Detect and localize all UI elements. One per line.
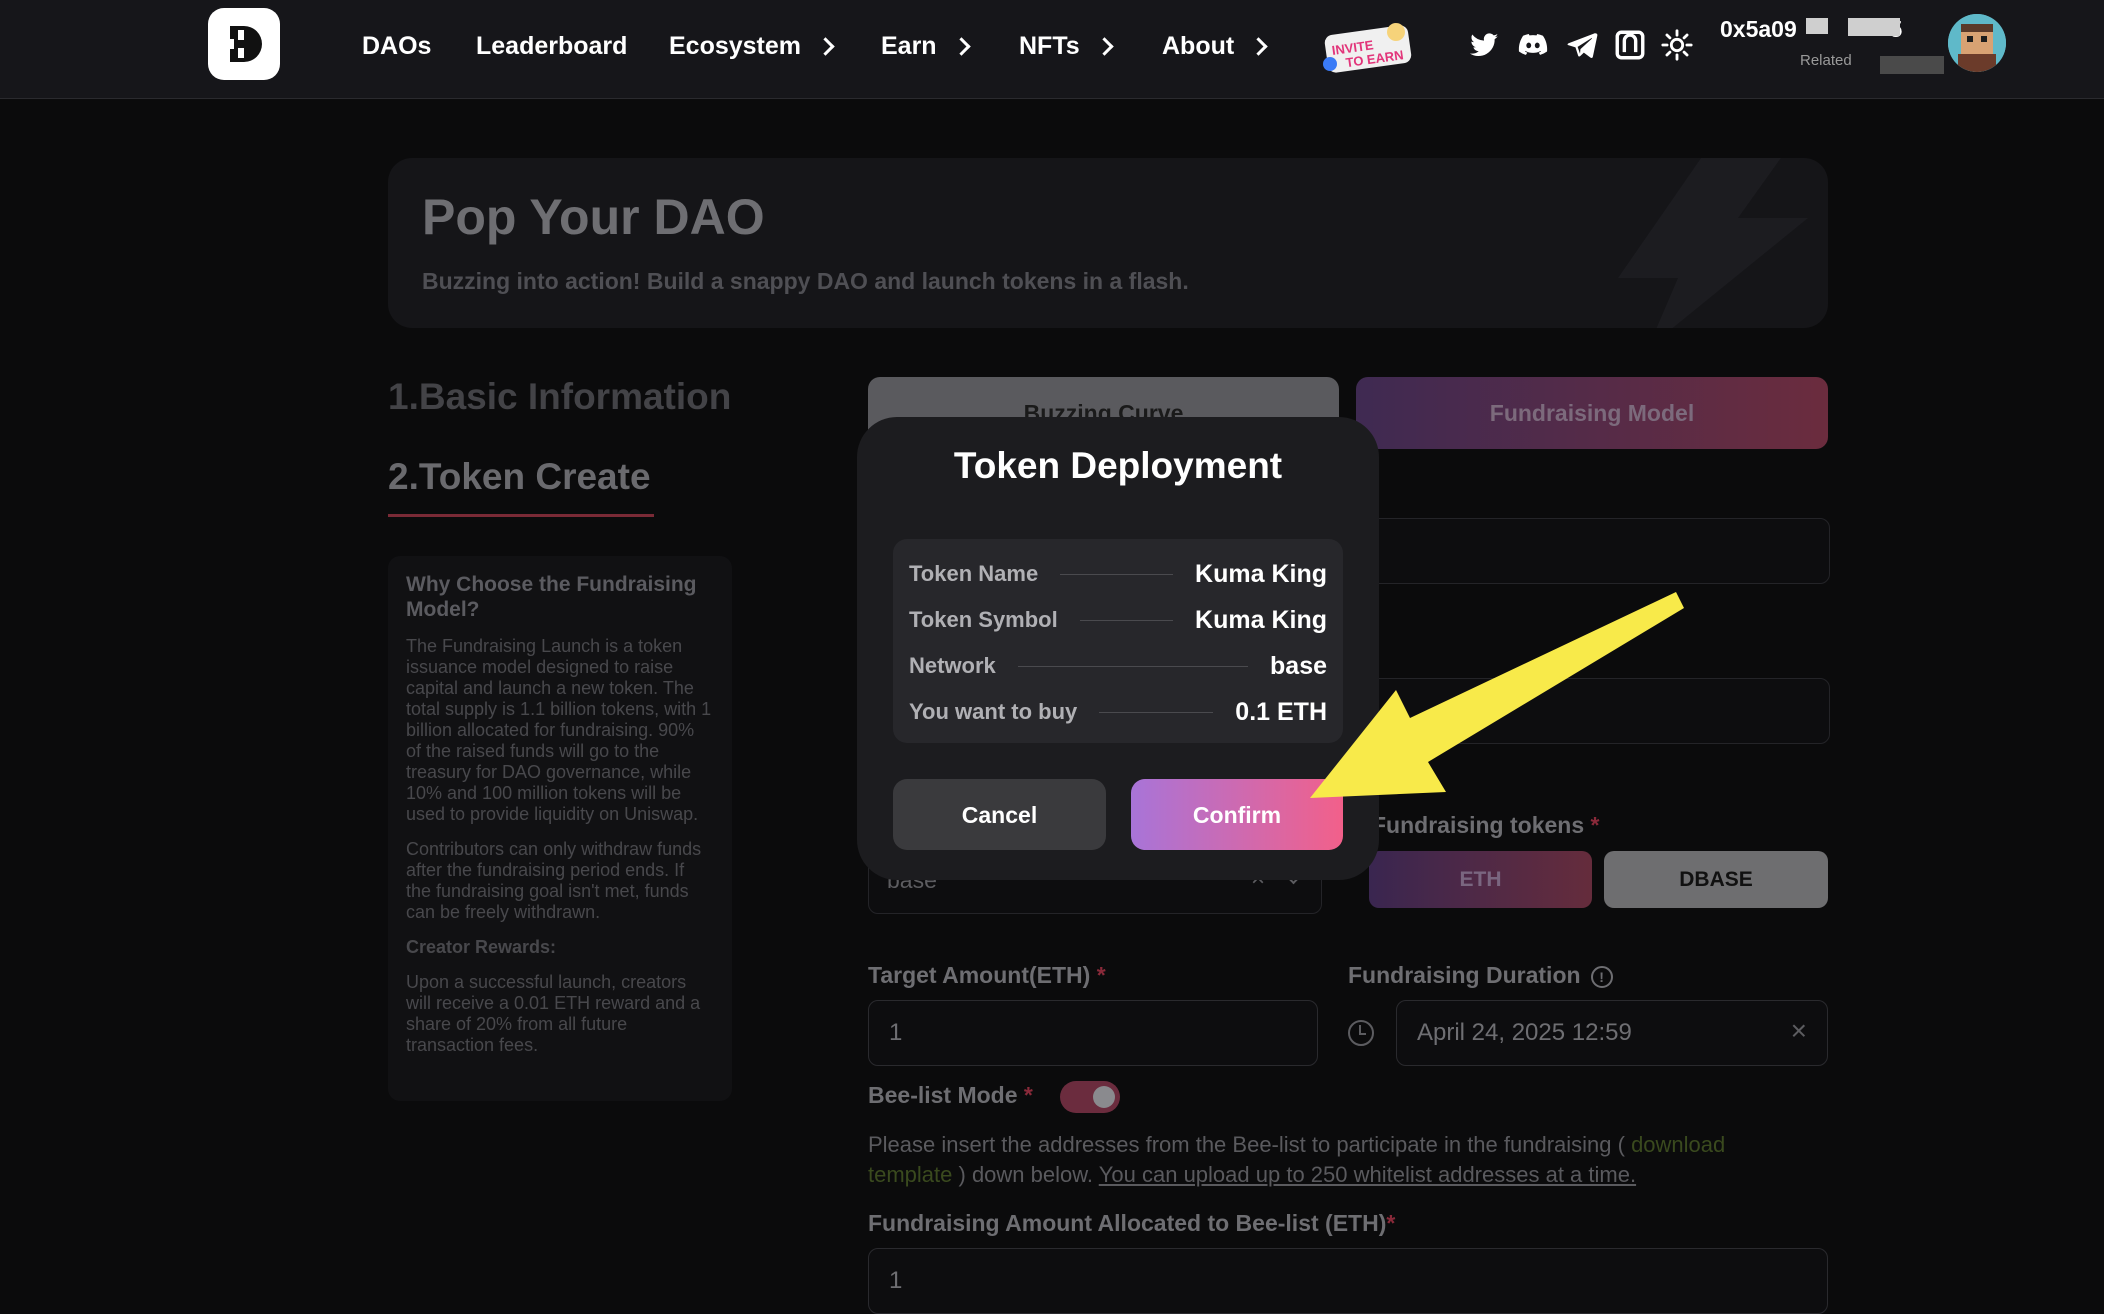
nav-label: Earn bbox=[881, 32, 937, 60]
chevron-right-icon bbox=[1249, 37, 1268, 56]
summary-dash bbox=[1017, 665, 1249, 667]
nav-leaderboard[interactable]: Leaderboard bbox=[476, 32, 627, 61]
summary-row-buy-amount: You want to buy 0.1 ETH bbox=[909, 689, 1327, 735]
label-text: Fundraising Duration bbox=[1348, 962, 1581, 988]
discord-icon[interactable] bbox=[1516, 28, 1550, 62]
hero-banner: Pop Your DAO Buzzing into action! Build … bbox=[388, 158, 1828, 328]
cancel-button[interactable]: Cancel bbox=[893, 779, 1106, 850]
tab-fundraising-model[interactable]: Fundraising Model bbox=[1356, 377, 1828, 449]
chevron-right-icon bbox=[816, 37, 835, 56]
gitbook-icon[interactable] bbox=[1613, 28, 1647, 62]
label-text: Bee-list Mode bbox=[868, 1082, 1018, 1108]
bee-list-mode-toggle[interactable] bbox=[1060, 1081, 1120, 1113]
summary-row-token-name: Token Name Kuma King bbox=[909, 551, 1327, 597]
bee-list-allocation-input[interactable]: 1 bbox=[868, 1248, 1828, 1314]
required-marker: * bbox=[1096, 962, 1106, 988]
input-value: 1 bbox=[889, 1019, 903, 1046]
nav-nfts[interactable]: NFTs bbox=[1019, 32, 1114, 61]
brand-logo[interactable] bbox=[208, 8, 280, 80]
nav-about[interactable]: About bbox=[1162, 32, 1268, 61]
settings-icon[interactable] bbox=[1660, 28, 1694, 62]
nav-daos[interactable]: DAOs bbox=[362, 32, 431, 61]
badge-dot-icon bbox=[1323, 57, 1337, 71]
bee-list-allocation-label: Fundraising Amount Allocated to Bee-list… bbox=[868, 1210, 1395, 1237]
modal-title: Token Deployment bbox=[953, 445, 1283, 486]
summary-key: Token Name bbox=[909, 561, 1039, 586]
page-title: Pop Your DAO bbox=[422, 189, 765, 245]
info-paragraph: Contributors can only withdraw funds aft… bbox=[406, 839, 702, 922]
summary-key: Token Symbol bbox=[909, 607, 1058, 632]
lightning-bolt-icon bbox=[1618, 158, 1808, 328]
label-text: Fundraising Amount Allocated to Bee-list… bbox=[868, 1210, 1387, 1236]
bee-list-instructions: Please insert the addresses from the Bee… bbox=[868, 1130, 1808, 1190]
summary-key: Network bbox=[909, 653, 996, 678]
summary-key: You want to buy bbox=[909, 699, 1078, 724]
nav-label: DAOs bbox=[362, 32, 432, 60]
bee-icon bbox=[1387, 23, 1405, 41]
clear-date-icon[interactable]: × bbox=[1791, 1015, 1807, 1047]
wallet-prefix: 0x5a09 bbox=[1720, 16, 1797, 42]
nav-ecosystem[interactable]: Ecosystem bbox=[669, 32, 835, 61]
fundraising-duration-label: Fundraising Duration! bbox=[1348, 962, 1613, 989]
info-paragraph: Upon a successful launch, creators will … bbox=[406, 972, 701, 1055]
summary-dash bbox=[1079, 619, 1174, 621]
summary-dash bbox=[1060, 573, 1174, 575]
label-text: Target Amount(ETH) bbox=[868, 962, 1091, 988]
required-marker: * bbox=[1386, 1210, 1396, 1236]
active-step-underline bbox=[388, 514, 654, 517]
info-rewards-heading: Creator Rewards: bbox=[406, 937, 557, 957]
info-icon[interactable]: ! bbox=[1590, 965, 1613, 988]
invite-to-earn-badge[interactable]: INVITE TO EARN bbox=[1322, 20, 1414, 74]
step-basic-information[interactable]: 1.Basic Information bbox=[388, 376, 731, 418]
nav-earn[interactable]: Earn bbox=[881, 32, 971, 61]
wallet-subtitle: Related bbox=[1800, 52, 1852, 69]
info-paragraph: The Fundraising Launch is a token issuan… bbox=[406, 636, 712, 824]
nav-label: About bbox=[1162, 32, 1235, 60]
summary-dash bbox=[1099, 711, 1214, 713]
telegram-icon[interactable] bbox=[1565, 28, 1599, 62]
input-value: 1 bbox=[889, 1267, 903, 1294]
summary-row-network: Network base bbox=[909, 643, 1327, 689]
chevron-right-icon bbox=[1094, 37, 1114, 56]
required-marker: * bbox=[1023, 1082, 1033, 1108]
annotation-arrow-icon bbox=[1310, 592, 1684, 798]
input-value: April 24, 2025 12:59 bbox=[1417, 1019, 1632, 1046]
nav-label: Leaderboard bbox=[476, 32, 628, 60]
deployment-summary: Token Name Kuma King Token Symbol Kuma K… bbox=[893, 539, 1343, 743]
token-option-dbase[interactable]: DBASE bbox=[1604, 851, 1828, 908]
target-amount-label: Target Amount(ETH) * bbox=[868, 962, 1106, 989]
redaction-block bbox=[1880, 56, 1944, 74]
summary-value: Kuma King bbox=[1195, 559, 1327, 588]
chevron-right-icon bbox=[951, 37, 971, 56]
clock-icon bbox=[1348, 1020, 1374, 1046]
step-token-create[interactable]: 2.Token Create bbox=[388, 456, 651, 498]
nav-label: Ecosystem bbox=[669, 32, 802, 60]
redaction-block bbox=[1806, 18, 1828, 34]
twitter-icon[interactable] bbox=[1467, 28, 1501, 62]
redaction-block bbox=[1848, 18, 1900, 36]
fundraising-info-panel: Why Choose the Fundraising Model? The Fu… bbox=[388, 556, 732, 1101]
summary-row-token-symbol: Token Symbol Kuma King bbox=[909, 597, 1327, 643]
token-option-eth[interactable]: ETH bbox=[1369, 851, 1592, 908]
fundraising-duration-picker[interactable]: April 24, 2025 12:59 × bbox=[1396, 1000, 1828, 1066]
instruction-text: ) down below. bbox=[952, 1162, 1099, 1187]
info-title: Why Choose the Fundraising Model? bbox=[406, 573, 697, 621]
target-amount-input[interactable]: 1 bbox=[868, 1000, 1318, 1066]
token-name-field[interactable] bbox=[1360, 518, 1830, 584]
nav-label: NFTs bbox=[1019, 32, 1080, 60]
user-avatar[interactable] bbox=[1948, 14, 2006, 72]
page-subtitle: Buzzing into action! Build a snappy DAO … bbox=[422, 268, 1189, 294]
top-nav: DAOs Leaderboard Ecosystem Earn NFTs Abo… bbox=[0, 0, 2104, 99]
bee-list-mode-label: Bee-list Mode * bbox=[868, 1082, 1033, 1109]
upload-limit-note: You can upload up to 250 whitelist addre… bbox=[1098, 1162, 1637, 1187]
instruction-text: Please insert the addresses from the Bee… bbox=[868, 1132, 1632, 1157]
logo-mark-icon bbox=[223, 26, 262, 62]
